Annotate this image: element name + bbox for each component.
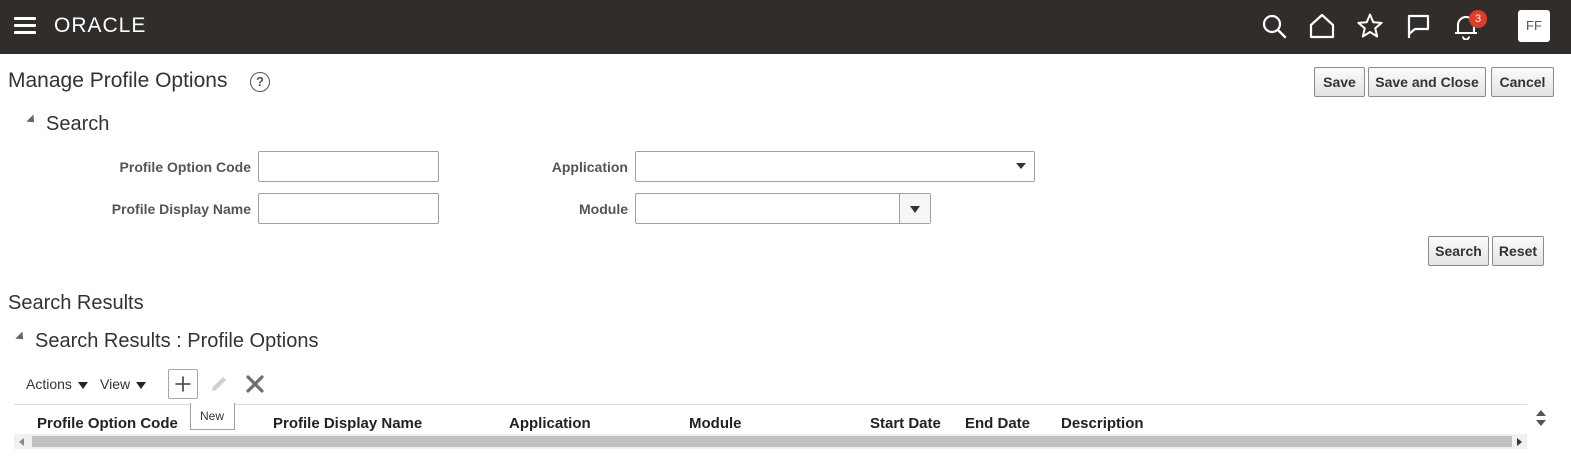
pencil-icon [212,377,226,391]
view-label: View [100,376,131,392]
notification-count-badge: 3 [1469,10,1487,28]
caret-down-icon [136,381,147,389]
column-header-profile-option-code[interactable]: Profile Option Code [37,415,178,432]
menu-icon[interactable] [14,17,36,35]
save-button[interactable]: Save [1314,67,1365,97]
star-icon[interactable] [1356,12,1384,40]
column-header-end-date[interactable]: End Date [965,415,1030,432]
search-button[interactable]: Search [1428,236,1489,266]
module-dropdown-button[interactable] [899,194,930,223]
search-section-title[interactable]: Search [46,113,109,136]
profile-option-code-label: Profile Option Code [119,159,251,175]
module-label: Module [579,201,628,217]
chevron-down-icon [1016,163,1026,169]
profile-options-table: Profile Option Code Profile Display Name… [14,404,1527,435]
oracle-logo[interactable]: ORACLE [54,14,146,38]
profile-display-name-input[interactable] [258,193,439,224]
edit-button[interactable] [204,369,234,399]
home-icon[interactable] [1308,12,1336,40]
flag-icon[interactable] [1404,12,1432,40]
help-icon[interactable]: ? [250,72,270,92]
horizontal-scrollbar[interactable] [14,434,1527,449]
search-results-heading: Search Results [8,292,144,314]
caret-down-icon [910,206,920,213]
scroll-down-arrow-icon[interactable] [1536,420,1546,426]
collapse-triangle-icon[interactable] [15,331,27,343]
view-menu[interactable]: View [100,376,147,392]
application-select[interactable] [635,151,1035,182]
new-tooltip: New [190,403,235,430]
column-header-profile-display-name[interactable]: Profile Display Name [273,415,422,432]
new-button[interactable] [168,369,198,399]
column-header-description[interactable]: Description [1061,415,1144,432]
application-label: Application [551,159,628,175]
scroll-left-arrow-icon[interactable] [19,438,24,446]
search-icon[interactable] [1260,12,1288,40]
profile-option-code-input[interactable] [258,151,439,182]
actions-menu[interactable]: Actions [26,376,88,392]
reset-button[interactable]: Reset [1492,236,1544,266]
scrollbar-thumb[interactable] [32,436,1512,447]
module-combobox[interactable] [635,193,931,224]
column-header-application[interactable]: Application [509,415,591,432]
collapse-triangle-icon[interactable] [26,114,38,126]
close-icon [246,375,264,393]
profile-display-name-label: Profile Display Name [111,201,251,217]
results-section-title[interactable]: Search Results : Profile Options [35,330,318,353]
plus-icon [175,376,191,392]
page-title: Manage Profile Options [8,69,228,92]
save-and-close-button[interactable]: Save and Close [1368,67,1486,97]
actions-label: Actions [26,376,72,392]
scroll-right-arrow-icon[interactable] [1517,438,1522,446]
scroll-up-arrow-icon[interactable] [1536,410,1546,416]
column-header-start-date[interactable]: Start Date [870,415,941,432]
user-avatar[interactable]: FF [1518,10,1550,42]
top-navigation-bar: ORACLE 3 FF [0,0,1571,54]
delete-button[interactable] [240,369,270,399]
caret-down-icon [77,381,88,389]
cancel-button[interactable]: Cancel [1491,67,1554,97]
column-header-module[interactable]: Module [689,415,742,432]
